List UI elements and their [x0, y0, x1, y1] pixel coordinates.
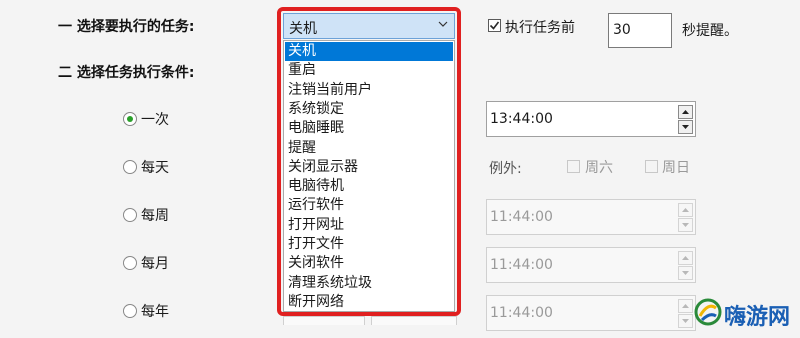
radio-daily[interactable]	[123, 160, 137, 174]
radio-monthly[interactable]	[123, 256, 137, 270]
chevron-down-icon	[438, 21, 448, 27]
saturday-label: 周六	[585, 160, 613, 176]
watermark-text: 嗨游网	[724, 305, 791, 330]
saturday-checkbox[interactable]	[567, 160, 580, 173]
radio-once[interactable]	[123, 112, 137, 126]
arrow-up-icon	[682, 304, 689, 308]
spin-up-button[interactable]	[678, 251, 693, 265]
exception-label: 例外:	[489, 161, 522, 177]
arrow-down-icon	[682, 125, 689, 129]
radio-weekly[interactable]	[123, 208, 137, 222]
section-condition-label: 二 选择任务执行条件:	[58, 65, 195, 81]
arrow-down-icon	[682, 223, 689, 227]
radio-weekly-label: 每周	[141, 208, 169, 224]
radio-monthly-label: 每月	[141, 256, 169, 272]
radio-yearly-label: 每年	[141, 304, 169, 320]
radio-selected-dot	[127, 116, 133, 122]
spin-up-button[interactable]	[678, 203, 693, 217]
time-value-once: 13:44:00	[490, 111, 553, 127]
arrow-up-icon	[682, 208, 689, 212]
task-dropdown-list[interactable]: 关机 重启 注销当前用户 系统锁定 电脑睡眠 提醒 关闭显示器 电脑待机 运行软…	[283, 40, 455, 312]
task-option-lock[interactable]: 系统锁定	[285, 100, 453, 119]
task-option-disconnect[interactable]: 断开网络	[285, 293, 453, 312]
remind-seconds-input[interactable]: 30	[608, 13, 672, 48]
task-combobox-value: 关机	[289, 21, 317, 37]
task-option-standby[interactable]: 电脑待机	[285, 177, 453, 196]
spin-down-button[interactable]	[678, 120, 693, 134]
time-spinner-yearly[interactable]: 11:44:00	[486, 295, 696, 331]
task-option-open-file[interactable]: 打开文件	[285, 235, 453, 254]
task-option-remind[interactable]: 提醒	[285, 139, 453, 158]
time-value-yearly: 11:44:00	[490, 305, 553, 321]
radio-yearly[interactable]	[123, 304, 137, 318]
task-option-clean-junk[interactable]: 清理系统垃圾	[285, 274, 453, 293]
arrow-up-icon	[682, 256, 689, 260]
radio-once-label: 一次	[141, 112, 169, 128]
radio-daily-label: 每天	[141, 160, 169, 176]
arrow-down-icon	[682, 319, 689, 323]
remind-seconds-value: 30	[613, 22, 631, 38]
sunday-label: 周日	[662, 160, 690, 176]
spin-down-button[interactable]	[678, 266, 693, 280]
spin-down-button[interactable]	[678, 314, 693, 328]
spin-down-button[interactable]	[678, 218, 693, 232]
site-logo-icon	[694, 298, 722, 326]
section-task-label: 一 选择要执行的任务:	[58, 19, 195, 35]
sunday-checkbox[interactable]	[645, 160, 658, 173]
checkmark-icon	[489, 21, 500, 30]
task-option-logoff[interactable]: 注销当前用户	[285, 81, 453, 100]
time-spinner-weekly[interactable]: 11:44:00	[486, 199, 696, 235]
hidden-date-field	[283, 316, 365, 325]
task-option-shutdown[interactable]: 关机	[285, 42, 453, 62]
task-option-run-software[interactable]: 运行软件	[285, 196, 453, 215]
spin-up-button[interactable]	[678, 299, 693, 313]
time-value-monthly: 11:44:00	[490, 257, 553, 273]
task-option-sleep[interactable]: 电脑睡眠	[285, 119, 453, 138]
arrow-up-icon	[682, 110, 689, 114]
time-value-weekly: 11:44:00	[490, 209, 553, 225]
time-spinner-once[interactable]: 13:44:00	[486, 101, 696, 137]
remind-checkbox[interactable]	[488, 19, 501, 32]
hidden-date-field	[371, 316, 457, 325]
remind-suffix: 秒提醒。	[682, 23, 738, 39]
remind-label: 执行任务前	[505, 20, 575, 36]
time-spinner-monthly[interactable]: 11:44:00	[486, 247, 696, 283]
task-option-monitor-off[interactable]: 关闭显示器	[285, 158, 453, 177]
arrow-down-icon	[682, 271, 689, 275]
task-option-restart[interactable]: 重启	[285, 61, 453, 80]
task-combobox[interactable]: 关机	[283, 13, 455, 39]
task-option-open-url[interactable]: 打开网址	[285, 216, 453, 235]
task-option-close-software[interactable]: 关闭软件	[285, 254, 453, 273]
spin-up-button[interactable]	[678, 105, 693, 119]
